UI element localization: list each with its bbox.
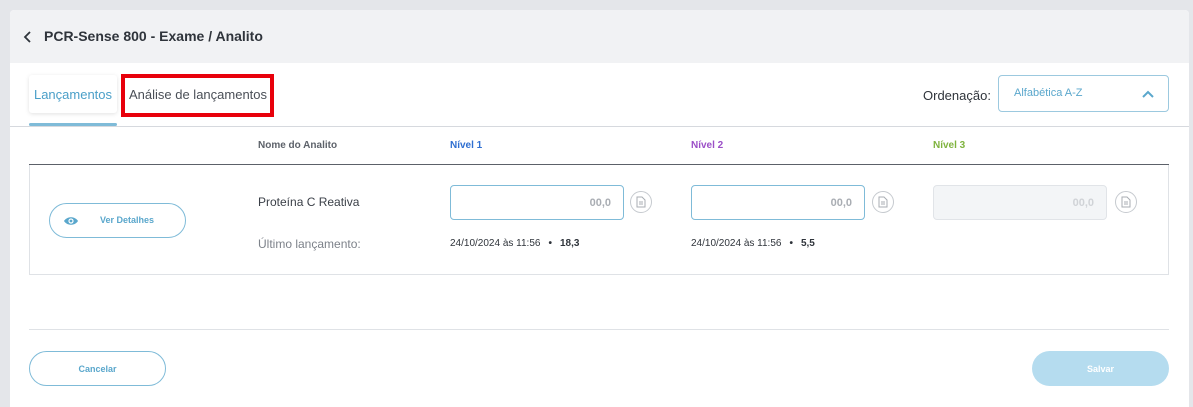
level-1-last-launch: 24/10/2024 às 11:56 • 18,3	[450, 238, 579, 249]
tabs-divider	[10, 126, 1189, 127]
level-2-input[interactable]	[691, 185, 865, 220]
view-details-button[interactable]: Ver Detalhes	[49, 203, 186, 238]
level-2-last-date: 24/10/2024 às 11:56	[691, 238, 782, 249]
chevron-up-icon	[1142, 90, 1154, 98]
table-row	[29, 165, 1169, 275]
level-1-note-button[interactable]	[630, 191, 652, 213]
separator-dot: •	[789, 238, 793, 249]
level-3-input	[933, 185, 1107, 220]
page-title: PCR-Sense 800 - Exame / Analito	[44, 28, 263, 44]
main-card: PCR-Sense 800 - Exame / Analito Lançamen…	[10, 10, 1189, 407]
column-header-level-1: Nível 1	[450, 140, 483, 151]
cancel-button[interactable]: Cancelar	[29, 351, 166, 386]
tab-analise-lancamentos[interactable]: Análise de lançamentos	[124, 75, 272, 113]
separator-dot: •	[548, 238, 552, 249]
document-icon	[878, 196, 888, 208]
page-header: PCR-Sense 800 - Exame / Analito	[10, 10, 1189, 63]
footer-divider	[29, 329, 1169, 330]
sort-label: Ordenação:	[923, 88, 991, 103]
eye-icon	[64, 217, 78, 225]
level-1-input[interactable]	[450, 185, 624, 220]
analyte-name: Proteína C Reativa	[258, 195, 360, 209]
level-1-last-value: 18,3	[559, 238, 580, 249]
last-launch-label: Último lançamento:	[258, 237, 361, 251]
level-2-last-launch: 24/10/2024 às 11:56 • 5,5	[691, 238, 815, 249]
column-header-level-3: Nível 3	[933, 140, 966, 151]
level-2-note-button[interactable]	[872, 191, 894, 213]
column-header-analyte: Nome do Analito	[258, 140, 338, 151]
view-details-label: Ver Detalhes	[100, 215, 155, 225]
level-2-last-value: 5,5	[800, 238, 815, 249]
sort-selected-value: Alfabética A-Z	[1014, 87, 1083, 99]
back-button[interactable]	[18, 26, 38, 48]
sort-select[interactable]: Alfabética A-Z	[998, 75, 1169, 112]
save-button[interactable]: Salvar	[1032, 351, 1169, 386]
level-1-last-date: 24/10/2024 às 11:56	[450, 238, 541, 249]
tab-lancamentos[interactable]: Lançamentos	[29, 75, 117, 113]
chevron-left-icon	[23, 31, 31, 43]
column-header-level-2: Nível 2	[691, 140, 724, 151]
level-3-note-button[interactable]	[1115, 191, 1137, 213]
document-icon	[1121, 196, 1131, 208]
document-icon	[636, 196, 646, 208]
